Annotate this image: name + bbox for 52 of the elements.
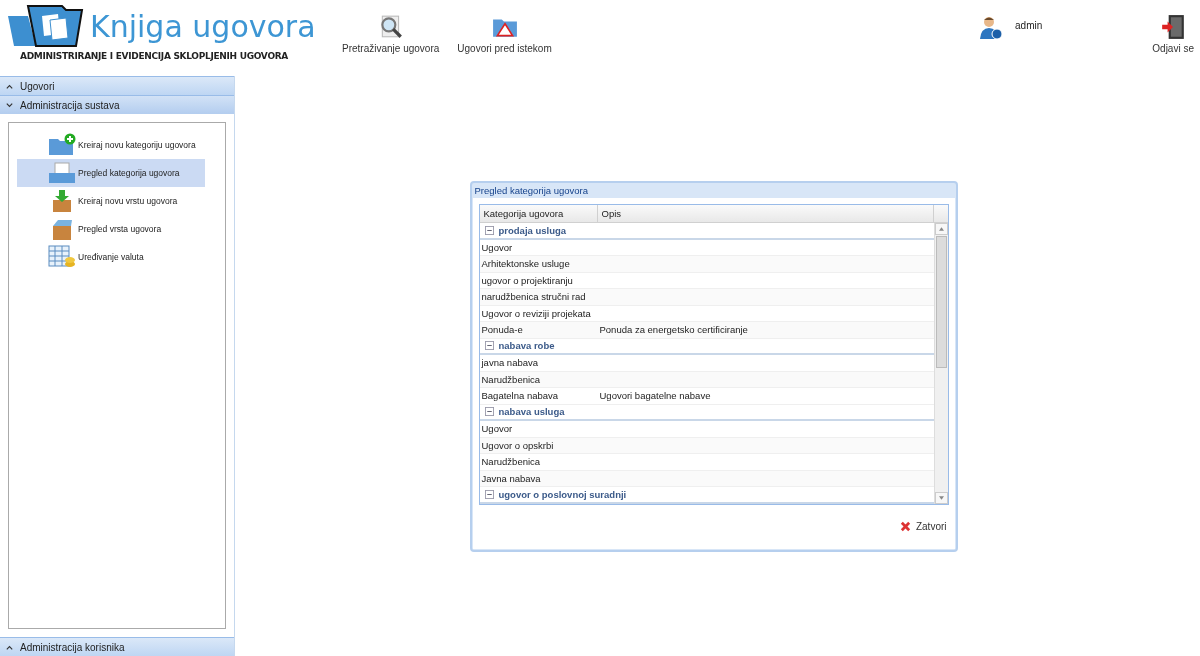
table-cell-text: ugovor o projektiranju: [480, 274, 574, 286]
table-cell-text: Javna nabava: [480, 472, 542, 484]
group-name: prodaja usluga: [498, 224, 567, 236]
exit-door-icon: [1160, 14, 1187, 40]
menu-item[interactable]: Kreiraj novu kategoriju ugovora: [17, 131, 205, 159]
table-cell-text: Narudžbenica: [480, 373, 542, 385]
table-cell-text: Bagatelna nabava: [480, 390, 560, 402]
table-cell: Ugovori bagatelne nabave: [599, 390, 711, 402]
collapse-icon[interactable]: [484, 341, 494, 351]
menu-item[interactable]: Pregled kategorija ugovora: [17, 159, 205, 187]
accordion-header[interactable]: Administracija korisnika: [0, 637, 234, 656]
table-cell-text: Ponuda-e: [480, 324, 524, 336]
folder-plus-icon: [48, 133, 76, 157]
group-name: ugovor o poslovnoj suradnji: [498, 488, 627, 500]
group-name: nabava robe: [498, 340, 555, 352]
close-button[interactable]: Zatvori: [897, 521, 949, 533]
username: admin: [1015, 20, 1043, 31]
logout-button[interactable]: Odjavi se: [1152, 0, 1194, 54]
group-name: nabava usluga: [498, 406, 565, 418]
scroll-up-icon[interactable]: [934, 223, 948, 235]
table-cell-text: Ugovor: [480, 423, 514, 435]
tray-icon: [48, 161, 76, 185]
table-cell-text: narudžbenica stručni rad: [480, 291, 587, 303]
scrollbar[interactable]: [933, 223, 948, 504]
accordion-header[interactable]: Administracija sustava: [0, 95, 234, 114]
menu-item[interactable]: Kreiraj novu vrstu ugovora: [17, 187, 205, 215]
app-subtitle: ADMINISTRIRANJE I EVIDENCIJA SKLOPLJENIH UGOVORA: [20, 51, 290, 61]
menu-item[interactable]: Pregled vrsta ugovora: [17, 215, 205, 243]
collapse-icon[interactable]: [484, 489, 494, 499]
toolbar-button[interactable]: Ugovori pred istekom: [457, 14, 552, 54]
scroll-down-icon[interactable]: [934, 491, 948, 504]
table-cell-text: Ugovor o reviziji projekata: [480, 307, 592, 319]
collapse-icon[interactable]: [484, 407, 494, 417]
table-cell-text: Narudžbenica: [480, 456, 542, 468]
table-cell: Ponuda za energetsko certificiranje: [599, 324, 748, 336]
table-cell-text: Ugovor: [480, 241, 514, 253]
chevron-down-icon: [5, 100, 14, 110]
table-cell-text: javna nabava: [480, 357, 540, 369]
menu-item[interactable]: Uređivanje valuta: [17, 243, 205, 271]
table-coins-icon: [48, 245, 76, 269]
table-cell-text: Ugovor o opskrbi: [480, 439, 555, 451]
toolbar-button[interactable]: Pretraživanje ugovora: [342, 14, 440, 54]
dialog-title: Pregled kategorija ugovora: [473, 184, 590, 198]
table-cell-text: Arhitektonske usluge: [480, 258, 571, 270]
column-header[interactable]: Opis: [597, 205, 934, 222]
folder-logo-icon: [6, 4, 86, 48]
user-icon: [979, 14, 1004, 40]
accordion-header[interactable]: Ugovori: [0, 76, 234, 95]
app-title: Knjiga ugovora: [90, 8, 316, 44]
column-header[interactable]: Kategorija ugovora: [479, 205, 598, 222]
collapse-icon[interactable]: [484, 225, 494, 235]
close-icon: [899, 521, 911, 533]
